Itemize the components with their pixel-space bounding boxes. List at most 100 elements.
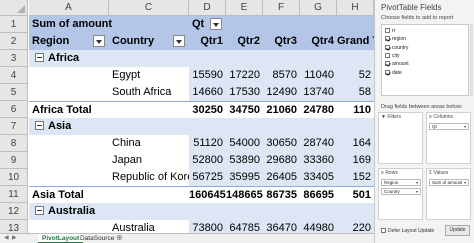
value-cell[interactable]: 28740 [300, 135, 337, 152]
country-label[interactable]: Republic of Korea [109, 169, 189, 186]
country-label[interactable]: Japan [109, 152, 189, 169]
value-cell[interactable]: 26405 [263, 169, 300, 186]
column-header-e[interactable]: E [226, 0, 263, 16]
column-item-grand-to[interactable]: Grand To [337, 33, 374, 50]
value-cell[interactable]: 12490 [263, 84, 300, 101]
total-value-cell[interactable]: 501 [337, 187, 374, 204]
total-value-cell[interactable]: 30250 [189, 102, 226, 119]
row-header[interactable]: 10 [0, 169, 28, 186]
column-header-a[interactable]: A [29, 0, 109, 16]
total-value-cell[interactable]: 21060 [263, 102, 300, 119]
country-label[interactable]: Australia [109, 220, 189, 233]
collapse-icon[interactable] [35, 52, 44, 62]
column-header-h[interactable]: H [337, 0, 374, 16]
country-label[interactable]: Egypt [109, 67, 189, 84]
field-city[interactable]: city [385, 52, 400, 60]
tab-datasource[interactable]: DataSource [76, 234, 118, 243]
row-header[interactable]: 3 [0, 50, 28, 67]
select-all-corner[interactable] [0, 0, 28, 16]
add-sheet-icon[interactable]: ⊕ [116, 234, 123, 242]
value-cell[interactable]: 11040 [300, 67, 337, 84]
rows-item-region[interactable]: Region [381, 179, 421, 186]
total-value-cell[interactable]: 34750 [226, 102, 263, 119]
defer-checkbox[interactable] [381, 228, 386, 233]
field-checkbox[interactable] [385, 28, 390, 33]
column-header-c[interactable]: C [109, 0, 189, 16]
columns-area[interactable]: ≡ Columns Qt [426, 112, 471, 164]
row-header[interactable]: 8 [0, 135, 28, 152]
collapse-icon[interactable] [35, 120, 44, 130]
row-header[interactable]: 11 [0, 186, 28, 203]
total-value-cell[interactable]: 160645 [189, 187, 226, 204]
row-header[interactable]: 9 [0, 152, 28, 169]
value-cell[interactable]: 17220 [226, 67, 263, 84]
total-value-cell[interactable]: 86695 [300, 187, 337, 204]
value-cell[interactable]: 44980 [300, 220, 337, 233]
field-checkbox[interactable] [385, 69, 390, 75]
region-label[interactable]: Africa [29, 50, 189, 67]
field-checkbox[interactable] [385, 44, 390, 50]
total-value-cell[interactable]: 110 [337, 102, 374, 119]
field-checkbox[interactable] [385, 36, 390, 42]
region-label[interactable]: Australia [29, 203, 189, 220]
tab-nav-left-icon[interactable]: ◀ [4, 234, 9, 243]
values-area[interactable]: Σ Values Sum of amount [426, 168, 471, 220]
column-filter-dropdown[interactable] [210, 18, 222, 30]
row-header[interactable]: 12 [0, 203, 28, 220]
row-header[interactable]: 13 [0, 220, 28, 233]
column-item-qtr1[interactable]: Qtr1 [189, 33, 226, 50]
field-region[interactable]: region [385, 36, 406, 43]
values-item-sum-amount[interactable]: Sum of amount [429, 179, 469, 186]
value-cell[interactable]: 14660 [189, 84, 226, 101]
value-cell[interactable]: 58 [337, 84, 374, 101]
row-header[interactable]: 2 [0, 33, 28, 50]
tab-nav-right-icon[interactable]: ▶ [12, 234, 17, 243]
field-rr[interactable]: rr [385, 28, 395, 35]
column-header-g[interactable]: G [300, 0, 337, 16]
column-item-qtr4[interactable]: Qtr4 [300, 33, 337, 50]
country-filter-dropdown[interactable] [173, 35, 185, 47]
value-cell[interactable]: 13740 [300, 84, 337, 101]
country-label[interactable]: China [109, 135, 189, 152]
total-value-cell[interactable]: 86735 [263, 187, 300, 204]
value-cell[interactable]: 36470 [263, 220, 300, 233]
total-value-cell[interactable]: 148665 [226, 187, 263, 204]
column-header-d[interactable]: D [189, 0, 226, 16]
value-cell[interactable]: 17530 [226, 84, 263, 101]
value-cell[interactable]: 33360 [300, 152, 337, 169]
field-list-scrollbar[interactable] [470, 24, 473, 96]
row-header[interactable]: 5 [0, 84, 28, 101]
row-header[interactable]: 1 [0, 16, 28, 33]
row-filter-dropdown[interactable] [93, 35, 105, 47]
region-label[interactable]: Asia [29, 118, 189, 135]
country-label[interactable]: South Africa [109, 84, 189, 101]
column-item-qtr3[interactable]: Qtr3 [263, 33, 300, 50]
total-value-cell[interactable]: 24780 [300, 102, 337, 119]
row-header[interactable]: 4 [0, 67, 28, 84]
value-cell[interactable]: 15590 [189, 67, 226, 84]
value-cell[interactable]: 8570 [263, 67, 300, 84]
value-cell[interactable]: 53890 [226, 152, 263, 169]
spreadsheet-grid[interactable]: A B C D E F G H 1 2 3 4 5 6 7 8 9 10 11 … [0, 0, 374, 233]
region-total-label[interactable]: Asia Total [29, 187, 189, 204]
row-header[interactable]: 6 [0, 101, 28, 118]
column-header-f[interactable]: F [263, 0, 300, 16]
field-date[interactable]: date [385, 69, 402, 77]
value-cell[interactable]: 56725 [189, 169, 226, 186]
value-cell[interactable]: 29680 [263, 152, 300, 169]
value-cell[interactable]: 169 [337, 152, 374, 169]
field-checkbox[interactable] [385, 52, 390, 58]
field-checkbox[interactable] [385, 61, 390, 67]
field-country[interactable]: country [385, 44, 408, 52]
value-cell[interactable]: 30650 [263, 135, 300, 152]
collapse-icon[interactable] [35, 205, 44, 215]
value-cell[interactable]: 164 [337, 135, 374, 152]
value-cell[interactable]: 152 [337, 169, 374, 186]
value-cell[interactable]: 33405 [300, 169, 337, 186]
row-header[interactable]: 7 [0, 118, 28, 135]
filters-area[interactable]: ▼ Filters [378, 112, 423, 164]
pivot-corner-label[interactable]: Sum of amount [29, 16, 189, 33]
value-cell[interactable]: 220 [337, 220, 374, 233]
value-cell[interactable]: 52800 [189, 152, 226, 169]
column-item-qtr2[interactable]: Qtr2 [226, 33, 263, 50]
